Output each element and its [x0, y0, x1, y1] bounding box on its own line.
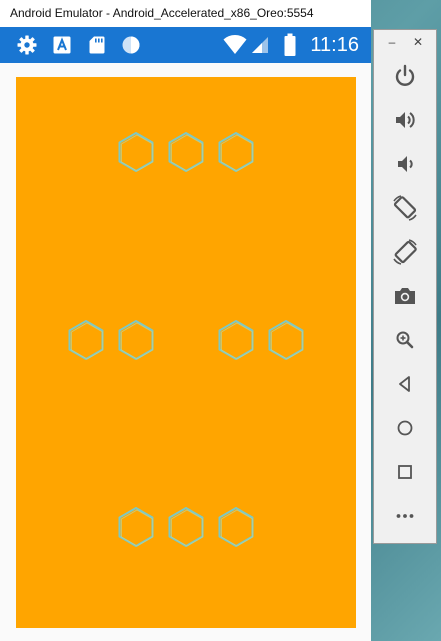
wifi-icon [223, 34, 247, 56]
more-icon[interactable] [389, 500, 421, 532]
app-a-icon [52, 35, 72, 55]
window-title: Android Emulator - Android_Accelerated_x… [0, 0, 371, 27]
sd-card-icon [87, 35, 107, 55]
close-button[interactable]: ✕ [409, 33, 427, 51]
android-status-bar: 11:16 [0, 27, 371, 63]
emulator-control-panel: – ✕ [373, 29, 437, 544]
app-canvas[interactable] [16, 77, 356, 628]
settings-icon [17, 35, 37, 55]
minimize-button[interactable]: – [383, 33, 401, 51]
app-content [0, 63, 371, 641]
home-icon[interactable] [389, 412, 421, 444]
emulator-window: Android Emulator - Android_Accelerated_x… [0, 0, 371, 641]
overview-icon[interactable] [389, 456, 421, 488]
back-icon[interactable] [389, 368, 421, 400]
camera-icon[interactable] [389, 280, 421, 312]
power-icon[interactable] [389, 60, 421, 92]
zoom-icon[interactable] [389, 324, 421, 356]
cell-signal-icon [251, 36, 269, 54]
panel-header: – ✕ [374, 30, 436, 56]
rotate-left-icon[interactable] [389, 192, 421, 224]
rotate-right-icon[interactable] [389, 236, 421, 268]
sync-icon [121, 35, 141, 55]
battery-icon [283, 33, 297, 57]
volume-down-icon[interactable] [389, 148, 421, 180]
status-clock: 11:16 [310, 34, 359, 56]
volume-up-icon[interactable] [389, 104, 421, 136]
